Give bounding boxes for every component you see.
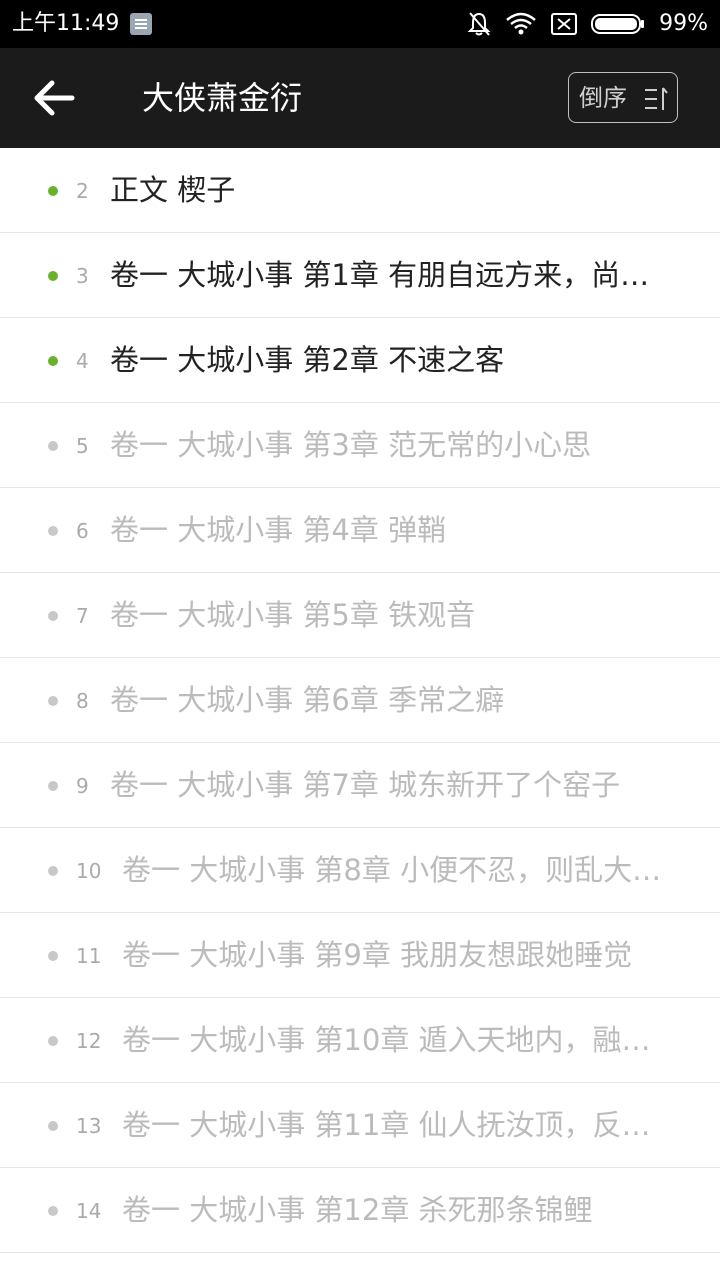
chapter-row[interactable]: 3 卷一 大城小事 第1章 有朋自远方来，尚… (0, 233, 720, 318)
chapter-number: 9 (76, 774, 89, 798)
read-dot-icon (48, 356, 58, 366)
chapter-row[interactable]: 2 正文 楔子 (0, 148, 720, 233)
chapter-title: 卷一 大城小事 第7章 城东新开了个窑子 (110, 768, 621, 802)
unread-dot-icon (48, 526, 58, 536)
battery-percent: 99% (659, 11, 708, 36)
wifi-icon (506, 12, 536, 35)
reverse-order-label: 倒序 (579, 84, 627, 112)
chapter-number: 14 (76, 1199, 102, 1223)
unread-dot-icon (48, 696, 58, 706)
mute-bell-icon (467, 12, 491, 36)
unread-dot-icon (48, 951, 58, 961)
chapter-title: 卷一 大城小事 第6章 季常之癖 (110, 683, 505, 717)
no-sim-icon (551, 13, 578, 35)
chapter-title: 卷一 大城小事 第4章 弹鞘 (110, 513, 447, 547)
chapter-title: 卷一 大城小事 第5章 铁观音 (110, 598, 476, 632)
unread-dot-icon (48, 611, 58, 621)
status-bar: 上午11:49 99% (0, 0, 720, 48)
app-bar: 大侠萧金衍 倒序 (0, 48, 720, 148)
chapter-title: 卷一 大城小事 第11章 仙人抚汝顶，反… (122, 1108, 651, 1142)
back-arrow-icon[interactable] (32, 78, 76, 118)
chapter-number: 8 (76, 689, 89, 713)
chapter-row[interactable]: 4 卷一 大城小事 第2章 不速之客 (0, 318, 720, 403)
chapter-number: 6 (76, 519, 89, 543)
book-title: 大侠萧金衍 (142, 79, 303, 117)
sort-icon (645, 87, 668, 110)
chapter-number: 12 (76, 1029, 102, 1053)
chapter-number: 7 (76, 604, 89, 628)
chapter-title: 卷一 大城小事 第3章 范无常的小心思 (110, 428, 592, 462)
chapter-number: 3 (76, 264, 89, 288)
chapter-title: 卷一 大城小事 第1章 有朋自远方来，尚… (110, 258, 650, 292)
chapter-number: 11 (76, 944, 102, 968)
chapter-row[interactable]: 14 卷一 大城小事 第12章 杀死那条锦鲤 (0, 1168, 720, 1253)
chapter-row[interactable]: 10 卷一 大城小事 第8章 小便不忍，则乱大… (0, 828, 720, 913)
chapter-row[interactable]: 5 卷一 大城小事 第3章 范无常的小心思 (0, 403, 720, 488)
chapter-number: 4 (76, 349, 89, 373)
chapter-number: 5 (76, 434, 89, 458)
chapter-row[interactable]: 9 卷一 大城小事 第7章 城东新开了个窑子 (0, 743, 720, 828)
unread-dot-icon (48, 1036, 58, 1046)
read-dot-icon (48, 186, 58, 196)
chapter-title: 卷一 大城小事 第12章 杀死那条锦鲤 (122, 1193, 593, 1227)
chapter-title: 卷一 大城小事 第10章 遁入天地内，融… (122, 1023, 651, 1057)
chapter-row[interactable]: 7 卷一 大城小事 第5章 铁观音 (0, 573, 720, 658)
chapter-row[interactable]: 13 卷一 大城小事 第11章 仙人抚汝顶，反… (0, 1083, 720, 1168)
chapter-title: 卷一 大城小事 第9章 我朋友想跟她睡觉 (122, 938, 633, 972)
battery-icon (591, 14, 645, 34)
unread-dot-icon (48, 866, 58, 876)
chapter-row[interactable]: 12 卷一 大城小事 第10章 遁入天地内，融… (0, 998, 720, 1083)
chapter-title: 正文 楔子 (110, 173, 236, 207)
chapter-row[interactable]: 11 卷一 大城小事 第9章 我朋友想跟她睡觉 (0, 913, 720, 998)
chapter-row[interactable]: 8 卷一 大城小事 第6章 季常之癖 (0, 658, 720, 743)
chapter-number: 13 (76, 1114, 102, 1138)
status-time: 上午11:49 (12, 11, 120, 36)
chapter-title: 卷一 大城小事 第8章 小便不忍，则乱大… (122, 853, 662, 887)
chapter-number: 10 (76, 859, 102, 883)
unread-dot-icon (48, 441, 58, 451)
notification-icon (130, 13, 152, 35)
status-icons: 99% (467, 0, 708, 48)
chapter-row[interactable]: 6 卷一 大城小事 第4章 弹鞘 (0, 488, 720, 573)
unread-dot-icon (48, 781, 58, 791)
reverse-order-button[interactable]: 倒序 (568, 72, 678, 123)
chapter-list: 2 正文 楔子 3 卷一 大城小事 第1章 有朋自远方来，尚… 4 卷一 大城小事 第2章… (0, 148, 720, 1253)
chapter-number: 2 (76, 179, 89, 203)
read-dot-icon (48, 271, 58, 281)
unread-dot-icon (48, 1121, 58, 1131)
unread-dot-icon (48, 1206, 58, 1216)
chapter-title: 卷一 大城小事 第2章 不速之客 (110, 343, 505, 377)
